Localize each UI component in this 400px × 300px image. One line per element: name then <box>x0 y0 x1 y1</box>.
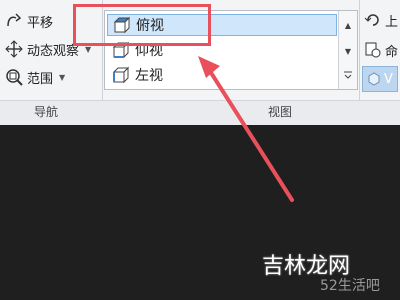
watermark-site: 52生活吧 <box>320 278 380 294</box>
